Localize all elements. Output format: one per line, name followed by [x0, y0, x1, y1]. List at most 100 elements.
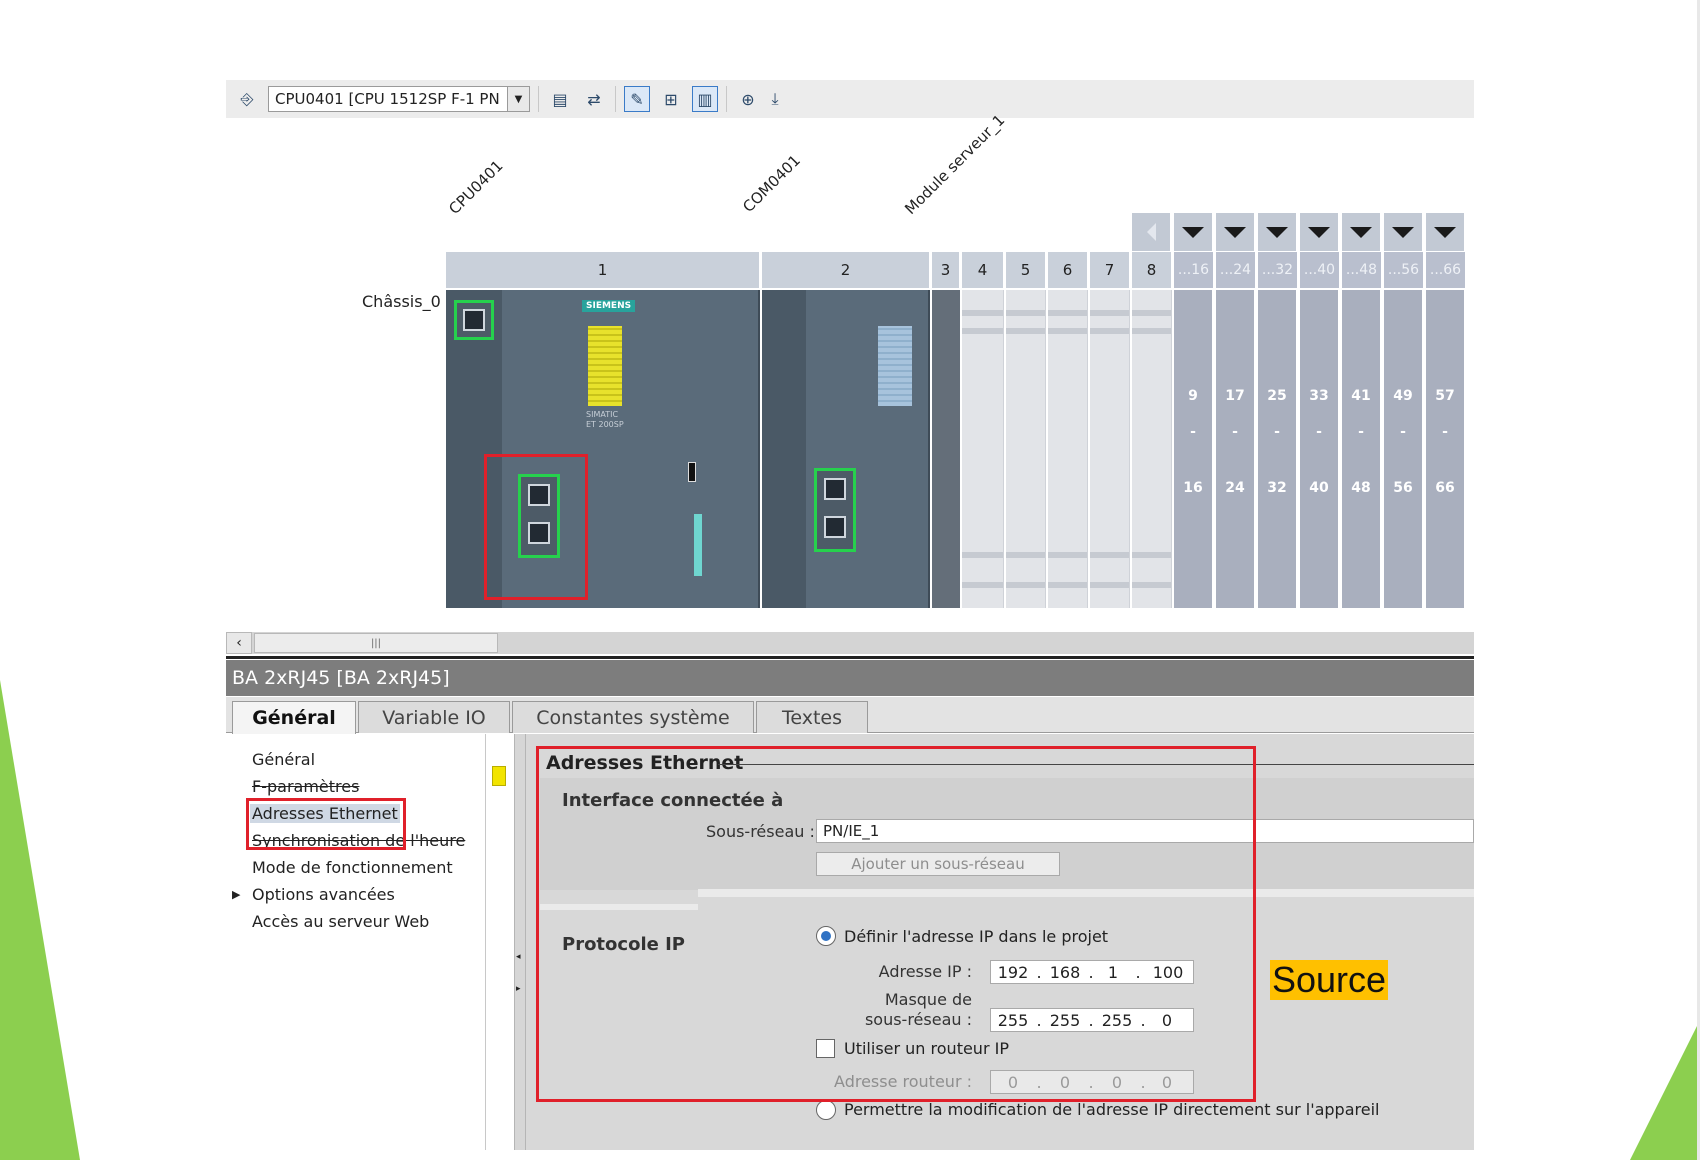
arrow-down-icon	[1392, 226, 1414, 238]
ethernet-port-icon[interactable]	[454, 300, 494, 340]
cpu-module-line2: ET 200SP	[586, 420, 624, 429]
slot-header-1: 1	[446, 252, 760, 288]
module-label-cpu: CPU0401	[445, 156, 507, 218]
expand-slot-button[interactable]	[1174, 213, 1214, 251]
chassis-label: Châssis_0	[362, 292, 441, 311]
properties-tabbar: Général Variable IO Constantes système T…	[226, 697, 1474, 734]
com-led-bar	[878, 326, 912, 406]
expansion-slot-group[interactable]: 33-40	[1300, 290, 1340, 608]
cpu-module-line1: SIMATIC	[586, 410, 619, 419]
highlight-box-nav	[246, 798, 406, 850]
server-module[interactable]	[932, 290, 960, 608]
expansion-slot-group[interactable]: 41-48	[1342, 290, 1382, 608]
slot-header-2: 2	[762, 252, 930, 288]
toolbar-separator	[726, 86, 727, 112]
arrow-down-icon	[1350, 226, 1372, 238]
slot-header-expansion: ...56	[1384, 252, 1424, 288]
arrow-down-icon	[1308, 226, 1330, 238]
device-selector[interactable]: CPU0401 [CPU 1512SP F-1 PN ▼	[268, 86, 530, 112]
module-label-com: COM0401	[739, 151, 804, 216]
memory-card-slot	[694, 514, 702, 576]
expansion-slot-group[interactable]: 17-24	[1216, 290, 1256, 608]
expand-slot-button[interactable]	[1342, 213, 1382, 251]
arrow-down-icon	[1224, 226, 1246, 238]
show-addresses-icon[interactable]: ▤	[547, 86, 573, 112]
empty-slot-4[interactable]	[962, 290, 1004, 608]
expansion-slot-group[interactable]: 25-32	[1258, 290, 1298, 608]
rack-horizontal-scrollbar[interactable]: ‹ |||	[226, 632, 1474, 654]
nav-item-operating-mode[interactable]: Mode de fonctionnement	[252, 858, 453, 877]
status-switch	[688, 462, 696, 482]
highlight-box-settings	[536, 746, 1256, 1102]
siemens-logo: SIEMENS	[582, 300, 636, 312]
properties-navigation: Général F-paramètres Adresses Ethernet S…	[226, 734, 486, 1150]
expansion-slot-group[interactable]: 57-66	[1426, 290, 1466, 608]
rj45-port-icon	[824, 516, 846, 538]
slot-header-3: 3	[932, 252, 960, 288]
properties-title: BA 2xRJ45 [BA 2xRJ45]	[226, 660, 1474, 696]
collapse-right-icon[interactable]: ▸	[516, 984, 521, 994]
slot-header-expansion: ...32	[1258, 252, 1298, 288]
nav-item-web-server[interactable]: Accès au serveur Web	[252, 912, 429, 931]
collapse-left-icon[interactable]: ◂	[516, 952, 521, 962]
module-label-server: Module serveur_1	[901, 110, 1009, 218]
empty-slot-7[interactable]	[1090, 290, 1130, 608]
slide-decoration-left	[0, 680, 80, 1160]
expand-slot-button[interactable]	[1384, 213, 1424, 251]
nav-item-f-parameters[interactable]: F-paramètres	[252, 777, 359, 796]
tab-system-constants[interactable]: Constantes système	[512, 701, 754, 733]
arrow-down-icon	[1182, 226, 1204, 238]
show-names-icon[interactable]: ⇄	[581, 86, 607, 112]
expand-slot-button[interactable]	[1300, 213, 1340, 251]
warning-indicator-icon	[492, 766, 506, 786]
slot-header-expansion: ...16	[1174, 252, 1214, 288]
expand-slot-button[interactable]	[1216, 213, 1256, 251]
expansion-slot-group[interactable]: 49-56	[1384, 290, 1424, 608]
toolbar-separator	[615, 86, 616, 112]
expand-slot-button[interactable]	[1426, 213, 1466, 251]
grid-icon[interactable]: ⊞	[658, 86, 684, 112]
radio-ip-on-device[interactable]	[816, 1100, 836, 1120]
expansion-slot-group[interactable]: 9-16	[1174, 290, 1214, 608]
com-module[interactable]	[762, 290, 930, 608]
toolbar-separator	[538, 86, 539, 112]
expand-arrow-icon[interactable]: ▶	[232, 888, 240, 901]
empty-slot-8[interactable]	[1132, 290, 1172, 608]
expand-left-button[interactable]	[1132, 213, 1172, 251]
arrow-left-icon	[1146, 223, 1156, 241]
scrollbar-thumb[interactable]: |||	[254, 633, 498, 653]
expand-slot-button[interactable]	[1258, 213, 1298, 251]
nav-item-general[interactable]: Général	[252, 750, 315, 769]
com-module-strip	[762, 290, 806, 608]
com-rj45-ports[interactable]	[814, 468, 856, 552]
slot-header-4: 4	[962, 252, 1004, 288]
slot-header-8: 8	[1132, 252, 1172, 288]
slide-decoration-right	[1630, 1020, 1700, 1160]
tab-io-variable[interactable]: Variable IO	[358, 701, 510, 733]
empty-slot-6[interactable]	[1048, 290, 1088, 608]
slot-header-7: 7	[1090, 252, 1130, 288]
arrow-down-icon	[1266, 226, 1288, 238]
tab-texts[interactable]: Textes	[756, 701, 868, 733]
chevron-down-icon[interactable]: ▼	[507, 87, 529, 111]
table-view-icon[interactable]: ▥	[692, 86, 718, 112]
source-annotation: Source	[1270, 959, 1389, 1000]
panel-divider	[226, 656, 1474, 659]
scroll-left-icon[interactable]: ‹	[226, 632, 252, 654]
slot-header-expansion: ...24	[1216, 252, 1256, 288]
download-icon[interactable]: ⤓	[769, 86, 781, 112]
empty-slot-5[interactable]	[1006, 290, 1046, 608]
nav-item-advanced-options[interactable]: Options avancées	[252, 885, 395, 904]
pane-splitter[interactable]: ◂ ▸	[514, 734, 526, 1150]
highlight-box-ports	[484, 454, 588, 600]
rj45-port-icon	[824, 478, 846, 500]
device-view-toolbar: ⎆ CPU0401 [CPU 1512SP F-1 PN ▼ ▤ ⇄ ✎ ⊞ ▥…	[226, 80, 1474, 118]
tab-general[interactable]: Général	[232, 701, 356, 734]
zoom-icon[interactable]: ⊕	[735, 86, 761, 112]
device-selector-value: CPU0401 [CPU 1512SP F-1 PN	[275, 90, 500, 108]
slot-header-6: 6	[1048, 252, 1088, 288]
edit-view-icon[interactable]: ✎	[624, 86, 650, 112]
slot-header-expansion: ...66	[1426, 252, 1466, 288]
network-topology-icon[interactable]: ⎆	[234, 86, 260, 112]
cpu-led-bar	[588, 326, 622, 406]
